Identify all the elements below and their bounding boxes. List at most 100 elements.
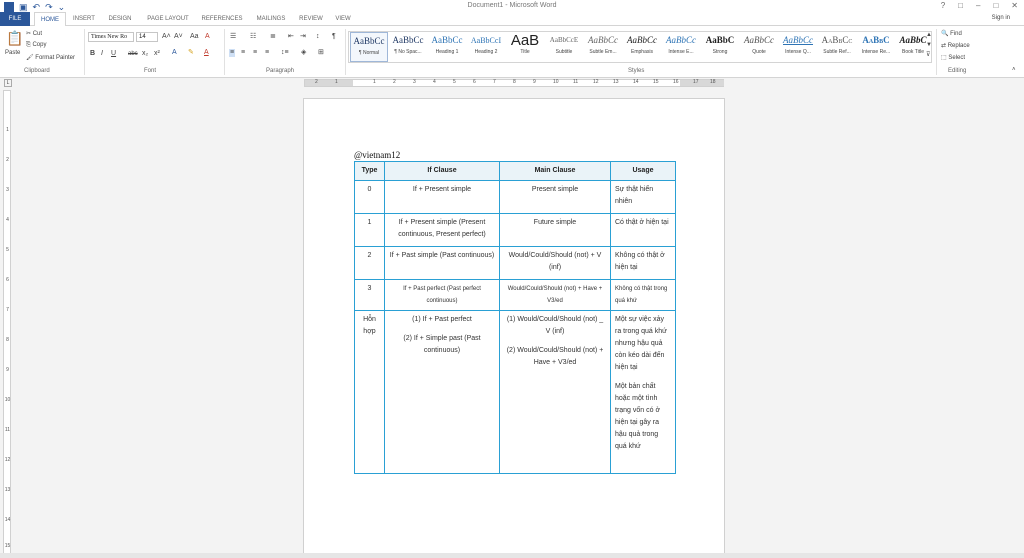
- style-sample: AaBbC: [705, 35, 735, 45]
- text-effects-icon[interactable]: A: [172, 49, 177, 57]
- help-icon[interactable]: ?: [941, 1, 945, 10]
- style-quote[interactable]: AaBbCc Quote: [740, 32, 778, 62]
- tab-insert[interactable]: INSERT: [70, 12, 98, 26]
- if-clause-cell[interactable]: If + Past simple (Past continuous): [384, 246, 500, 280]
- style-emphasis[interactable]: AaBbCc Emphasis: [623, 32, 661, 62]
- grow-font-icon[interactable]: A˄: [162, 33, 171, 41]
- type-cell[interactable]: 0: [354, 180, 385, 214]
- usage-cell[interactable]: Sự thật hiển nhiên: [610, 180, 676, 214]
- usage-cell[interactable]: Có thật ở hiện tại: [610, 213, 676, 247]
- bullets-icon[interactable]: ☰: [230, 33, 236, 41]
- type-cell[interactable]: 2: [354, 246, 385, 280]
- increase-indent-icon[interactable]: ⇥: [300, 33, 306, 41]
- style-intense-emphasis[interactable]: AaBbCc Intense E...: [662, 32, 700, 62]
- if-clause-cell[interactable]: If + Present simple (Present continuous,…: [384, 213, 500, 247]
- decrease-indent-icon[interactable]: ⇤: [288, 33, 294, 41]
- style-intense-quote[interactable]: AaBbCc Intense Q...: [779, 32, 817, 62]
- tab-design[interactable]: DESIGN: [104, 12, 136, 26]
- tab-view[interactable]: VIEW: [330, 12, 356, 26]
- copy-button[interactable]: ⎘ Copy: [26, 42, 46, 49]
- tab-references[interactable]: REFERENCES: [198, 12, 246, 26]
- style-subtle-reference[interactable]: AaBbCc Subtle Ref...: [818, 32, 856, 62]
- style-heading-2[interactable]: AaBbCcI Heading 2: [467, 32, 505, 62]
- italic-icon[interactable]: I: [101, 50, 103, 58]
- style-book-title[interactable]: AaBbC Book Title: [896, 32, 930, 62]
- type-cell[interactable]: 1: [354, 213, 385, 247]
- underline-icon[interactable]: U: [111, 50, 116, 58]
- sign-in-link[interactable]: Sign in: [992, 15, 1010, 21]
- justify-icon[interactable]: ≡: [265, 49, 269, 57]
- format-painter-button[interactable]: 🖌 Format Painter: [26, 54, 75, 61]
- tab-page-layout[interactable]: PAGE LAYOUT: [142, 12, 194, 26]
- replace-button[interactable]: ⇄ Replace: [941, 42, 970, 49]
- font-size-select[interactable]: 14: [136, 32, 158, 42]
- superscript-icon[interactable]: x²: [154, 50, 160, 58]
- style-subtle-emphasis[interactable]: AaBbCc Subtle Em...: [584, 32, 622, 62]
- paste-button[interactable]: Paste: [5, 50, 20, 56]
- tab-mailings[interactable]: MAILINGS: [250, 12, 292, 26]
- align-center-icon[interactable]: ≡: [241, 49, 245, 57]
- bold-icon[interactable]: B: [90, 50, 95, 58]
- gallery-scroll-down-icon[interactable]: ▼: [926, 41, 932, 49]
- shrink-font-icon[interactable]: A˅: [174, 33, 183, 41]
- main-clause-cell[interactable]: Would/Could/Should (not) + Have + V3/ed: [499, 279, 611, 311]
- subscript-icon[interactable]: x₂: [142, 50, 148, 58]
- vertical-ruler[interactable]: 1 2 3 4 5 6 7 8 9 10 11 12 13 14 15: [3, 90, 11, 554]
- pilcrow-icon[interactable]: ¶: [332, 33, 336, 41]
- multilevel-list-icon[interactable]: ≣: [270, 33, 276, 41]
- style-strong[interactable]: AaBbC Strong: [701, 32, 739, 62]
- ribbon-display-icon[interactable]: □: [958, 1, 963, 10]
- find-button[interactable]: 🔍 Find: [941, 30, 962, 37]
- borders-icon[interactable]: ⊞: [318, 49, 324, 57]
- if-clause-cell[interactable]: If + Present simple: [384, 180, 500, 214]
- tab-file[interactable]: FILE: [0, 12, 30, 26]
- usage-cell[interactable]: Một sự việc xảy ra trong quá khứ nhưng h…: [610, 310, 676, 474]
- select-button[interactable]: ⬚ Select: [941, 54, 965, 61]
- cut-button[interactable]: ✂ Cut: [26, 30, 42, 37]
- ruler-number: 7: [6, 307, 9, 313]
- main-clause-cell[interactable]: Future simple: [499, 213, 611, 247]
- tab-review[interactable]: REVIEW: [296, 12, 326, 26]
- main-clause-cell[interactable]: (1) Would/Could/Should (not) _ V (inf) (…: [499, 310, 611, 474]
- tab-selector-icon[interactable]: L: [4, 79, 12, 87]
- strikethrough-icon[interactable]: abc: [128, 50, 138, 58]
- clear-formatting-icon[interactable]: A: [205, 33, 210, 41]
- if-clause-cell[interactable]: If + Past perfect (Past perfect continuo…: [384, 279, 500, 311]
- maximize-icon[interactable]: □: [993, 1, 998, 10]
- paste-icon[interactable]: 📋: [6, 30, 23, 46]
- main-clause-cell[interactable]: Would/Could/Should (not) + V (inf): [499, 246, 611, 280]
- type-cell[interactable]: Hỗn hợp: [354, 310, 385, 474]
- ruler-number: 2: [6, 157, 9, 163]
- usage-cell[interactable]: Không có thật trong quá khứ: [610, 279, 676, 311]
- conditional-table[interactable]: Type If Clause Main Clause Usage 0 If + …: [354, 161, 676, 474]
- align-right-icon[interactable]: ≡: [253, 49, 257, 57]
- ruler-number: 4: [6, 217, 9, 223]
- sort-icon[interactable]: ↕: [316, 33, 320, 41]
- numbering-icon[interactable]: ☷: [250, 33, 256, 41]
- main-clause-cell[interactable]: Present simple: [499, 180, 611, 214]
- style-title[interactable]: AaB Title: [506, 32, 544, 62]
- collapse-ribbon-icon[interactable]: ˄: [1012, 66, 1016, 74]
- usage-cell[interactable]: Không có thật ở hiện tại: [610, 246, 676, 280]
- style-no-spacing[interactable]: AaBbCc ¶ No Spac...: [389, 32, 427, 62]
- change-case-icon[interactable]: Aa: [190, 33, 199, 41]
- style-intense-reference[interactable]: AaBbC Intense Re...: [857, 32, 895, 62]
- font-name-select[interactable]: Times New Ro: [88, 32, 134, 42]
- line-spacing-icon[interactable]: ↕≡: [281, 49, 289, 57]
- highlight-icon[interactable]: ✎: [188, 49, 194, 57]
- style-heading-1[interactable]: AaBbCc Heading 1: [428, 32, 466, 62]
- align-left-icon[interactable]: ≡: [229, 49, 236, 57]
- type-cell[interactable]: 3: [354, 279, 385, 311]
- shading-icon[interactable]: ◈: [301, 49, 306, 57]
- style-normal[interactable]: AaBbCc ¶ Normal: [350, 32, 388, 62]
- gallery-more-icon[interactable]: ⊽: [926, 51, 930, 59]
- minimize-icon[interactable]: –: [976, 1, 980, 10]
- font-color-icon[interactable]: A: [204, 49, 209, 57]
- tab-home[interactable]: HOME: [34, 12, 66, 27]
- watermark-text: @vietnam12: [354, 150, 401, 160]
- horizontal-ruler[interactable]: 2 1 1 2 3 4 5 6 7 8 9 10 11 12 13 14 15 …: [304, 79, 724, 87]
- close-icon[interactable]: ✕: [1011, 1, 1018, 10]
- style-subtitle[interactable]: AaBbCcE Subtitle: [545, 32, 583, 62]
- gallery-scroll-up-icon[interactable]: ▲: [926, 31, 932, 39]
- if-clause-cell[interactable]: (1) If + Past perfect (2) If + Simple pa…: [384, 310, 500, 474]
